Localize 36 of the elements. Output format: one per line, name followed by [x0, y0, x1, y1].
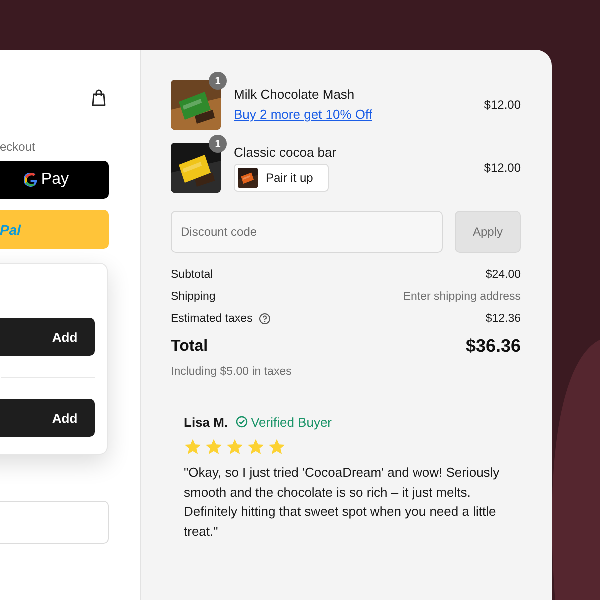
- reviewer-name: Lisa M.: [184, 414, 228, 430]
- star-icon: [184, 438, 202, 456]
- product-name: Milk Chocolate Mash: [234, 87, 356, 103]
- total-value: $36.36: [466, 336, 521, 357]
- product-price: $12.00: [484, 161, 521, 175]
- add-button[interactable]: Add: [0, 318, 95, 356]
- star-icon: [226, 438, 244, 456]
- summary-value: Enter shipping address: [403, 291, 521, 303]
- star-icon: [268, 438, 286, 456]
- help-icon: [258, 313, 271, 325]
- google-logo-icon: [24, 173, 38, 187]
- pair-it-up-button[interactable]: Pair it up: [234, 164, 329, 192]
- summary-label: Subtotal: [171, 269, 214, 281]
- discount-code-field[interactable]: Discount code: [171, 211, 443, 253]
- express-checkout-label: eckout: [0, 140, 36, 154]
- promo-link[interactable]: Buy 2 more get 10% Off: [234, 106, 472, 123]
- summary-label: Estimated taxes: [171, 313, 253, 325]
- product-price: $12.00: [484, 98, 521, 112]
- google-pay-button[interactable]: Pay: [0, 161, 109, 199]
- product-name: Classic cocoa bar: [234, 144, 338, 160]
- total-label: Total: [171, 338, 208, 356]
- star-icon: [205, 438, 223, 456]
- quantity-badge: 1: [209, 72, 227, 90]
- shopping-bag-icon: [91, 88, 107, 107]
- apply-button[interactable]: Apply: [455, 211, 521, 253]
- input-field[interactable]: [0, 501, 109, 544]
- summary-value: $24.00: [486, 269, 521, 281]
- review-text: "Okay, so I just tried 'CocoaDream' and wow! Seriously smooth and the chocolate is so rich – it just melts. Definitely hitting that sweet spot when you need a little treat.": [184, 464, 501, 541]
- add-button[interactable]: Add: [0, 399, 95, 437]
- quantity-badge: 1: [209, 135, 227, 153]
- verified-buyer-label: Verified Buyer: [251, 414, 332, 430]
- tax-note: Including $5.00 in taxes: [171, 366, 293, 378]
- summary-value: $12.36: [486, 313, 521, 325]
- star-icon: [247, 438, 265, 456]
- summary-label: Shipping: [171, 291, 216, 303]
- check-circle-icon: [236, 416, 248, 428]
